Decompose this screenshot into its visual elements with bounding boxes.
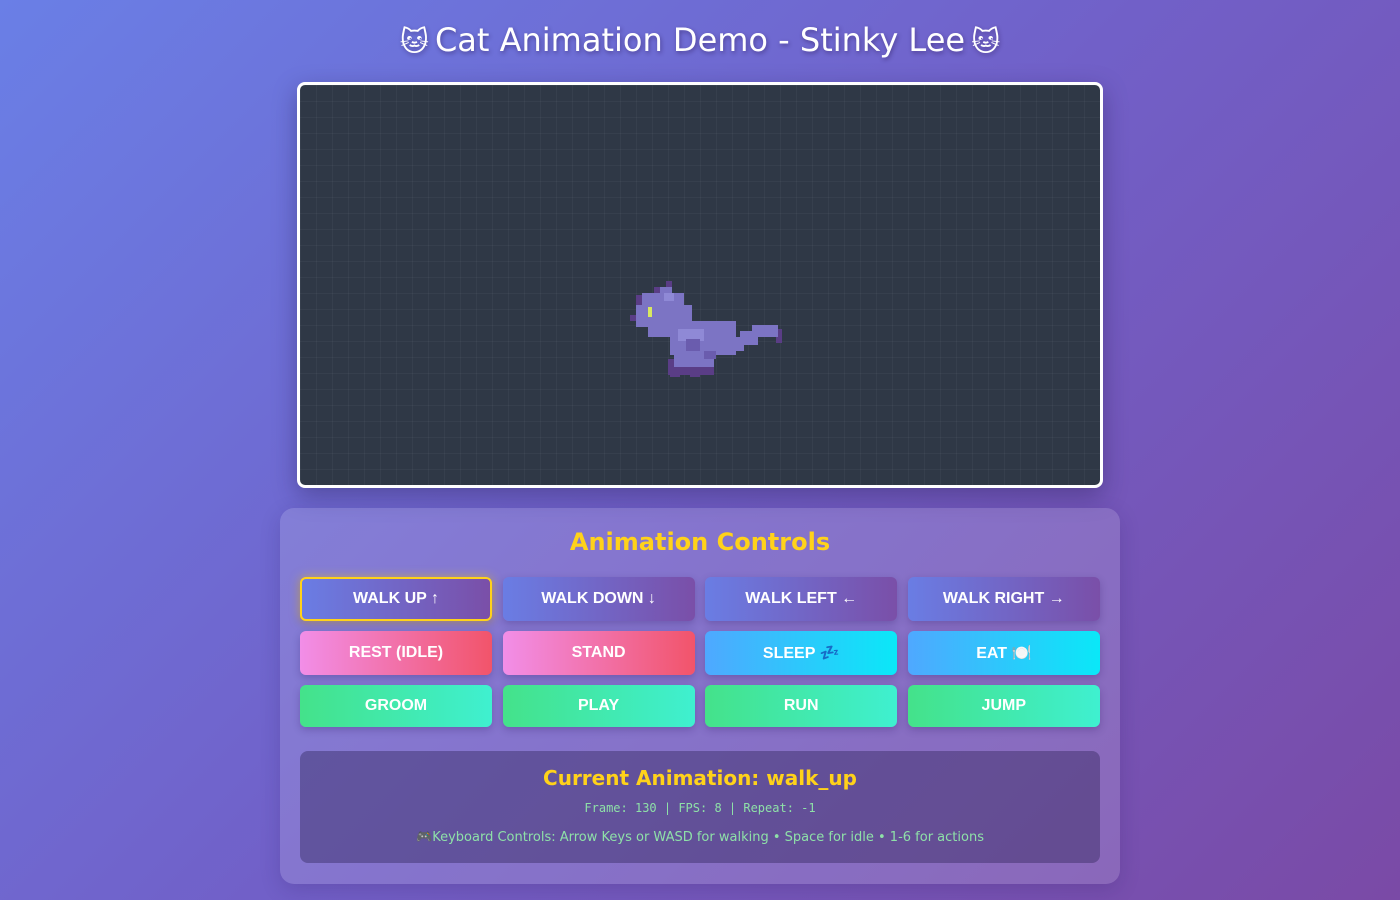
play-button[interactable]: PLAY — [502, 685, 695, 727]
walk-down-button[interactable]: WALK DOWN ↓ — [502, 577, 695, 621]
groom-button[interactable]: GROOM — [300, 685, 492, 727]
walk-right-button[interactable]: WALK RIGHT → — [907, 577, 1100, 621]
status-panel: Current Animation: walk_up Frame: 130 | … — [300, 751, 1100, 863]
keyboard-help-text: Keyboard Controls: Arrow Keys or WASD fo… — [432, 830, 984, 845]
walk-up-button[interactable]: WALK UP ↑ — [300, 577, 492, 621]
page-title-text: Cat Animation Demo - Stinky Lee — [434, 21, 966, 59]
cat-face-icon: 🐱 — [399, 25, 429, 58]
rest-idle-button[interactable]: REST (IDLE) — [300, 631, 492, 675]
controls-title: Animation Controls — [569, 528, 831, 556]
cat-face-icon: 🐱 — [971, 25, 1001, 58]
controls-grid: WALK UP ↑ WALK DOWN ↓ WALK LEFT ← WALK R… — [300, 577, 1100, 727]
run-button[interactable]: RUN — [705, 685, 898, 727]
keyboard-help: 🎮Keyboard Controls: Arrow Keys or WASD f… — [300, 830, 1100, 845]
sleep-button[interactable]: SLEEP 💤 — [705, 631, 898, 675]
current-animation: Current Animation: walk_up — [543, 766, 857, 790]
eat-button[interactable]: EAT 🍽️ — [907, 631, 1100, 675]
gamepad-icon: 🎮 — [416, 830, 433, 845]
walk-left-button[interactable]: WALK LEFT ← — [705, 577, 898, 621]
page-title: 🐱 Cat Animation Demo - Stinky Lee 🐱 — [0, 18, 1400, 64]
animation-controls-panel: Animation Controls WALK UP ↑ WALK DOWN ↓… — [280, 508, 1120, 884]
jump-button[interactable]: JUMP — [907, 685, 1100, 727]
frame-info: Frame: 130 | FPS: 8 | Repeat: -1 — [584, 801, 816, 815]
cat-sprite-icon — [630, 281, 782, 377]
animation-canvas[interactable] — [297, 82, 1103, 488]
stand-button[interactable]: STAND — [502, 631, 695, 675]
